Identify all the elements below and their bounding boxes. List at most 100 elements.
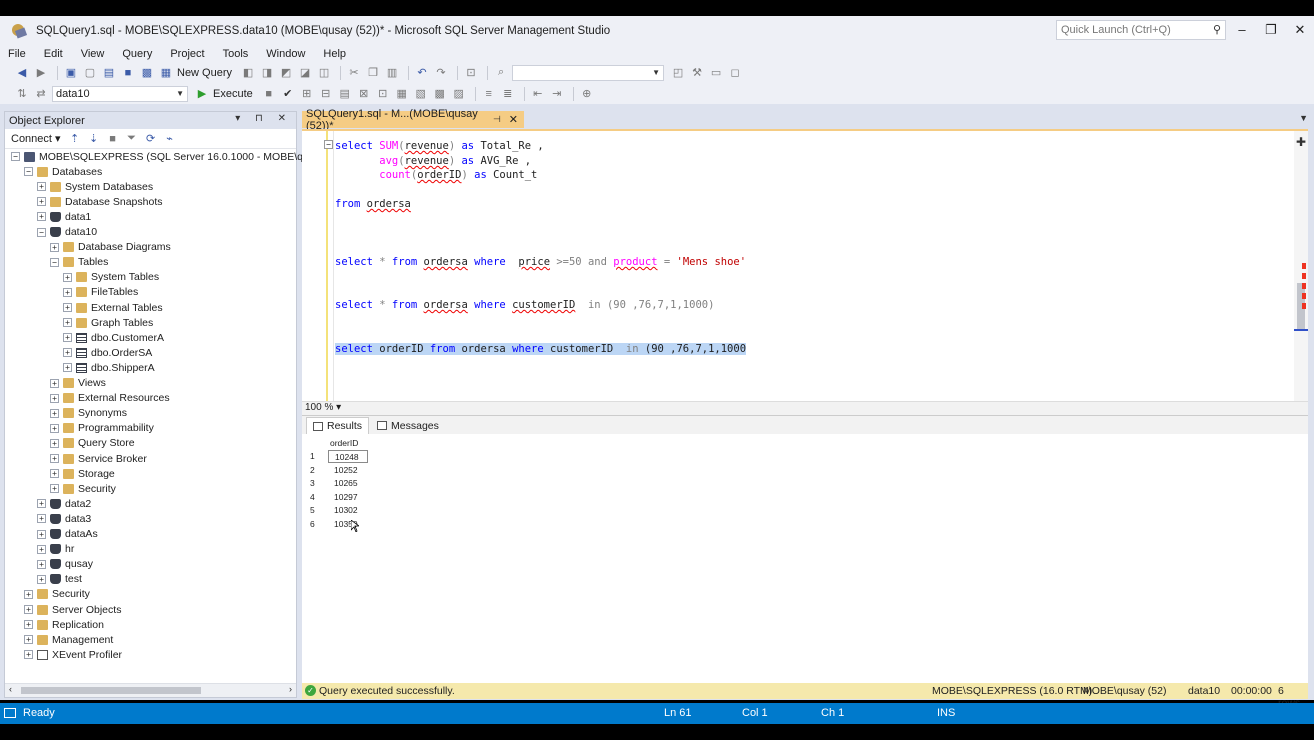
quick-launch-input[interactable]: Quick Launch (Ctrl+Q) ⚲ bbox=[1056, 20, 1226, 40]
new-project-icon[interactable]: ▣ bbox=[63, 65, 79, 81]
expand-icon[interactable]: + bbox=[63, 363, 72, 373]
undo-icon[interactable]: ↶ bbox=[414, 65, 430, 81]
find-combo[interactable]: ▼ bbox=[512, 64, 665, 81]
collapse-icon[interactable]: − bbox=[11, 152, 20, 161]
tree-item[interactable]: + dataAs bbox=[37, 527, 98, 542]
tab-sqlquery1[interactable]: SQLQuery1.sql - M...(MOBE\qusay (52))* ⊣… bbox=[302, 108, 524, 132]
tab-overflow-icon[interactable]: ▼ bbox=[1299, 113, 1308, 123]
execute-icon[interactable]: ▶ bbox=[194, 86, 210, 102]
collapse-icon[interactable]: − bbox=[24, 167, 33, 177]
grid-cell[interactable]: 10302 bbox=[328, 504, 368, 517]
find-icon[interactable]: ⌕ bbox=[493, 65, 509, 81]
expand-icon[interactable]: + bbox=[37, 514, 46, 524]
tree-item[interactable]: + Replication bbox=[24, 617, 104, 632]
dax-query-icon[interactable]: ◫ bbox=[316, 65, 332, 81]
dmx-query-icon[interactable]: ◩ bbox=[278, 65, 294, 81]
expand-icon[interactable]: + bbox=[63, 333, 72, 343]
intellisense-icon[interactable]: ▤ bbox=[337, 86, 353, 102]
uncomment-icon[interactable]: ≣ bbox=[500, 86, 516, 102]
tree-item[interactable]: + data3 bbox=[37, 511, 91, 526]
expand-icon[interactable]: + bbox=[50, 438, 59, 448]
results-to-text-icon[interactable]: ▧ bbox=[413, 86, 429, 102]
table-row[interactable]: 1 10248 bbox=[302, 450, 502, 463]
tree-item[interactable]: + data2 bbox=[37, 496, 91, 511]
expand-icon[interactable]: + bbox=[63, 272, 72, 282]
minimize-button[interactable]: – bbox=[1229, 20, 1255, 40]
expand-icon[interactable]: + bbox=[37, 499, 46, 509]
save-all-icon[interactable]: ▩ bbox=[139, 65, 155, 81]
tree-item[interactable]: + System Tables bbox=[63, 270, 159, 285]
live-stats-icon[interactable]: ⊡ bbox=[375, 86, 391, 102]
open-file-icon[interactable]: ▤ bbox=[101, 65, 117, 81]
redo-icon[interactable]: ↷ bbox=[433, 65, 449, 81]
include-plan-icon[interactable]: ⊠ bbox=[356, 86, 372, 102]
table-row[interactable]: 6 10350 bbox=[302, 518, 502, 531]
expand-icon[interactable]: + bbox=[37, 559, 46, 569]
tree-item[interactable]: + Database Snapshots bbox=[37, 194, 162, 209]
toolbox-icon[interactable]: ▭ bbox=[708, 65, 724, 81]
collapse-icon[interactable]: − bbox=[324, 140, 333, 149]
grid-cell[interactable]: 10265 bbox=[328, 477, 368, 490]
menu-view[interactable]: View bbox=[81, 48, 105, 60]
tree-item[interactable]: + External Tables bbox=[63, 300, 163, 315]
tree-item[interactable]: + hr bbox=[37, 542, 74, 557]
expand-icon[interactable]: + bbox=[50, 378, 59, 388]
tree-item[interactable]: − Databases bbox=[24, 164, 102, 179]
column-header-orderid[interactable]: orderID bbox=[330, 438, 368, 448]
disconnect-icon[interactable]: ⇣ bbox=[86, 131, 102, 147]
editor-vertical-scrollbar[interactable]: ✚ bbox=[1294, 131, 1308, 401]
change-connection-icon[interactable]: ⇄ bbox=[33, 86, 49, 102]
tree-item[interactable]: + Server Objects bbox=[24, 602, 121, 617]
expand-icon[interactable]: + bbox=[63, 318, 72, 328]
menu-edit[interactable]: Edit bbox=[44, 48, 63, 60]
execute-button[interactable]: Execute bbox=[213, 88, 253, 100]
connect-icon[interactable]: ⇅ bbox=[14, 86, 30, 102]
results-to-file-icon[interactable]: ▨ bbox=[451, 86, 467, 102]
horizontal-scrollbar[interactable]: ‹ › bbox=[5, 683, 296, 697]
new-query-icon[interactable]: ▦ bbox=[158, 65, 174, 81]
expand-icon[interactable]: + bbox=[50, 484, 59, 494]
close-button[interactable]: ✕ bbox=[1287, 20, 1313, 40]
expand-icon[interactable]: + bbox=[50, 408, 59, 418]
expand-icon[interactable]: + bbox=[50, 423, 59, 433]
tree-item[interactable]: + Storage bbox=[50, 466, 115, 481]
tree-item[interactable]: + Views bbox=[50, 376, 106, 391]
expand-icon[interactable]: + bbox=[63, 348, 72, 358]
expand-icon[interactable]: + bbox=[24, 650, 33, 660]
grid-cell[interactable]: 10252 bbox=[328, 464, 368, 477]
display-plan-icon[interactable]: ⊞ bbox=[299, 86, 315, 102]
expand-icon[interactable]: + bbox=[50, 469, 59, 479]
back-icon[interactable]: ◀ bbox=[14, 65, 30, 81]
table-row[interactable]: 5 10302 bbox=[302, 504, 502, 517]
menu-file[interactable]: File bbox=[8, 48, 26, 60]
tree-item[interactable]: + data1 bbox=[37, 209, 91, 224]
client-stats-icon[interactable]: ▦ bbox=[394, 86, 410, 102]
expand-icon[interactable]: + bbox=[50, 454, 59, 463]
expand-icon[interactable]: + bbox=[37, 574, 46, 584]
connect-object-icon[interactable]: ⇡ bbox=[67, 131, 83, 147]
activity-monitor-icon[interactable]: ⌁ bbox=[162, 131, 178, 147]
connect-button[interactable]: Connect ▾ bbox=[11, 132, 61, 145]
tree-item[interactable]: + XEvent Profiler bbox=[24, 647, 122, 662]
expand-icon[interactable]: + bbox=[50, 393, 59, 403]
refresh-icon[interactable]: ⟳ bbox=[143, 131, 159, 147]
copy-icon[interactable]: ❐ bbox=[365, 65, 381, 81]
tree-item[interactable]: + Programmability bbox=[50, 421, 154, 436]
navigate-icon[interactable]: ⊡ bbox=[463, 65, 479, 81]
tree-item[interactable]: + Synonyms bbox=[50, 406, 127, 421]
expand-icon[interactable]: + bbox=[63, 303, 72, 312]
tree-item[interactable]: + Service Broker bbox=[50, 451, 147, 466]
xmla-query-icon[interactable]: ◪ bbox=[297, 65, 313, 81]
tree-item[interactable]: + Security bbox=[24, 587, 90, 602]
database-select[interactable]: data10 ▼ bbox=[52, 85, 188, 102]
table-row[interactable]: 3 10265 bbox=[302, 477, 502, 490]
expand-icon[interactable]: + bbox=[63, 287, 72, 297]
parse-icon[interactable]: ✔ bbox=[280, 86, 296, 102]
tree-item[interactable]: + Security bbox=[50, 481, 116, 496]
paste-icon[interactable]: ▥ bbox=[384, 65, 400, 81]
expand-icon[interactable]: + bbox=[37, 529, 46, 539]
query-options-icon[interactable]: ⊟ bbox=[318, 86, 334, 102]
grid-cell[interactable]: 10350 bbox=[328, 518, 368, 531]
expand-icon[interactable]: + bbox=[24, 605, 33, 614]
tree-item[interactable]: + dbo.CustomerA bbox=[63, 330, 164, 345]
